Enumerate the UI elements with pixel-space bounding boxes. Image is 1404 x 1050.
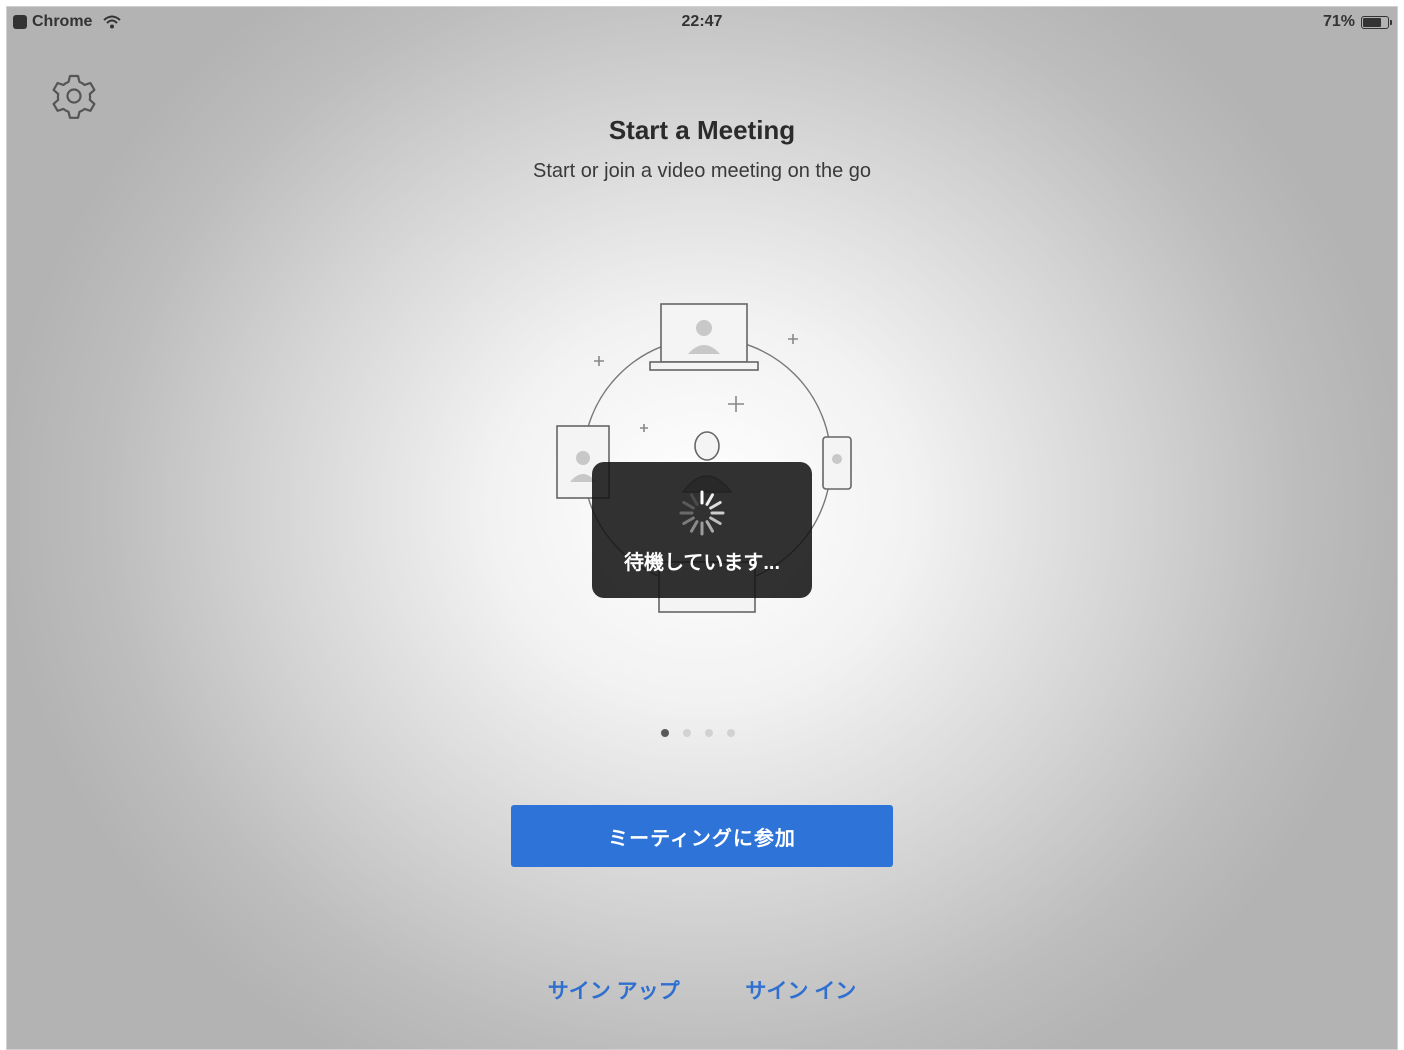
status-time: 22:47 [681,13,723,30]
status-bar: Chrome 22:47 71% [7,7,1397,35]
page-subtitle: Start or join a video meeting on the go [533,160,871,182]
settings-button[interactable] [49,71,99,121]
page-indicator[interactable] [661,729,735,737]
page-title: Start a Meeting [608,115,796,145]
loading-text: 待機しています... [623,552,781,574]
page-dot-1[interactable] [661,729,669,737]
battery-percent: 71% [1322,13,1355,30]
page-dot-4[interactable] [727,729,735,737]
battery-icon [1361,15,1392,29]
page-dot-2[interactable] [683,729,691,737]
sign-up-link[interactable]: サイン アップ [548,980,680,1003]
join-meeting-button[interactable]: ミーティングに参加 [511,805,893,867]
spinner-icon [677,488,727,538]
loading-overlay: 待機しています... [592,462,812,598]
page-dot-3[interactable] [705,729,713,737]
app-screen: Chrome 22:47 71% Start a Meeting Start o… [6,6,1398,1050]
auth-links: サイン アップ サイン イン [7,975,1397,1005]
battery-status: 71% [1322,13,1392,31]
sign-in-link[interactable]: サイン イン [745,980,856,1003]
